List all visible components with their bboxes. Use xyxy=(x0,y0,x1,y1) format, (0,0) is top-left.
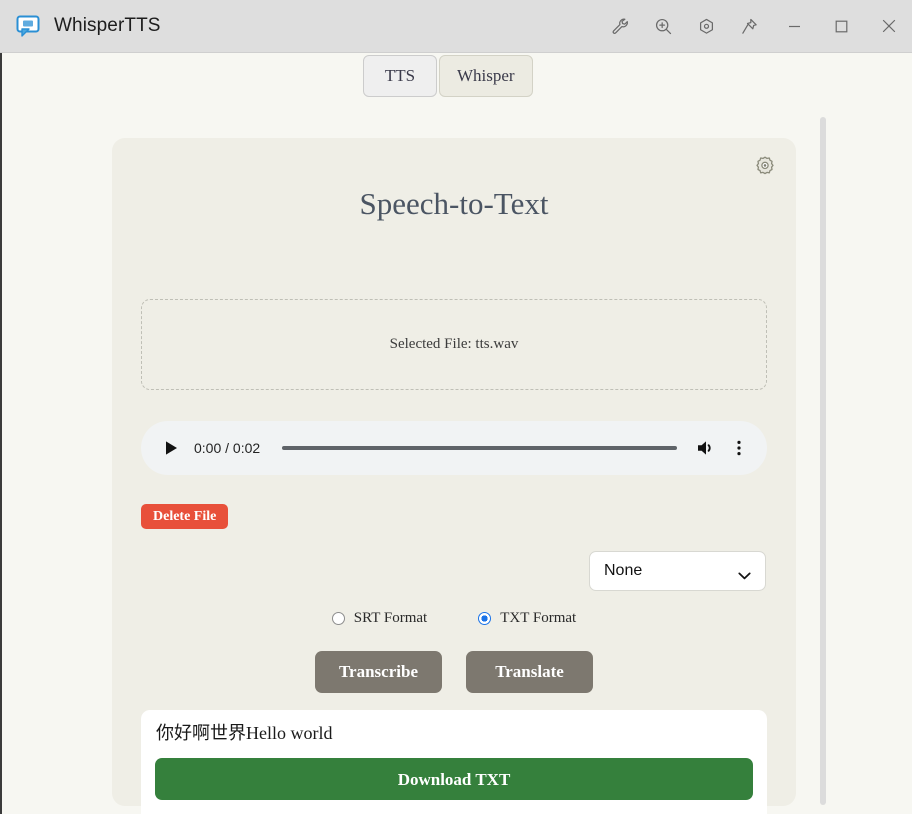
play-icon[interactable] xyxy=(161,438,181,458)
chevron-down-icon xyxy=(738,567,751,580)
transcribe-button[interactable]: Transcribe xyxy=(315,651,442,693)
scrollbar-thumb[interactable] xyxy=(820,117,826,805)
gear-icon[interactable] xyxy=(755,155,775,175)
window-title: WhisperTTS xyxy=(54,15,161,36)
page-title: Speech-to-Text xyxy=(359,186,549,221)
transcription-text: 你好啊世界Hello world xyxy=(156,723,333,743)
pin-icon[interactable] xyxy=(728,0,771,52)
volume-icon[interactable] xyxy=(695,438,717,458)
chat-bubble-icon xyxy=(15,13,41,39)
minimize-icon[interactable] xyxy=(771,0,818,52)
maximize-icon[interactable] xyxy=(818,0,865,52)
translate-button[interactable]: Translate xyxy=(466,651,593,693)
titlebar-left: WhisperTTS xyxy=(0,13,161,39)
tab-whisper[interactable]: Whisper xyxy=(439,55,533,97)
titlebar-controls xyxy=(599,0,912,52)
audio-progress-bar[interactable] xyxy=(282,446,677,450)
window-titlebar: WhisperTTS xyxy=(0,0,912,53)
wrench-icon[interactable] xyxy=(599,0,642,52)
close-icon[interactable] xyxy=(865,0,912,52)
result-panel: 你好啊世界Hello world Download TXT xyxy=(141,710,767,814)
radio-indicator xyxy=(478,612,492,625)
file-dropzone[interactable]: Selected File: tts.wav xyxy=(141,299,767,390)
format-radio-group: SRT Format TXT Format xyxy=(112,610,796,627)
radio-label: SRT Format xyxy=(353,610,428,626)
audio-time: 0:00 / 0:02 xyxy=(194,440,261,456)
action-button-row: Transcribe Translate xyxy=(112,651,796,693)
download-txt-button[interactable]: Download TXT xyxy=(155,758,753,801)
more-vertical-icon[interactable] xyxy=(729,438,749,458)
tab-tts[interactable]: TTS xyxy=(363,55,437,97)
tab-bar: TTS Whisper xyxy=(363,55,533,97)
zoom-in-icon[interactable] xyxy=(642,0,685,52)
language-select-value: None xyxy=(604,562,643,579)
language-select[interactable]: None xyxy=(589,551,766,591)
selected-file-label: Selected File: tts.wav xyxy=(389,336,519,352)
whisper-panel: Speech-to-Text Selected File: tts.wav 0:… xyxy=(112,138,796,814)
radio-indicator xyxy=(331,612,345,625)
app-content: TTS Whisper Speech-to-Text Selected File… xyxy=(0,53,912,814)
audio-player[interactable]: 0:00 / 0:02 xyxy=(141,421,767,475)
radio-label: TXT Format xyxy=(500,610,577,626)
radio-srt-format[interactable]: SRT Format xyxy=(331,610,428,627)
hexagon-settings-icon[interactable] xyxy=(685,0,728,52)
delete-file-button[interactable]: Delete File xyxy=(141,504,229,529)
radio-txt-format[interactable]: TXT Format xyxy=(478,610,576,627)
